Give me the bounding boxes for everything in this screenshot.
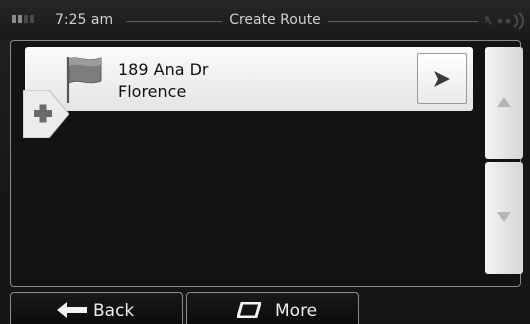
route-item-city: Florence bbox=[118, 82, 187, 101]
more-menu-icon bbox=[237, 302, 261, 318]
go-to-location-button[interactable] bbox=[417, 53, 467, 104]
arrow-right-icon bbox=[434, 71, 450, 87]
route-item[interactable]: 189 Ana Dr Florence bbox=[25, 47, 473, 111]
chevron-down-icon bbox=[497, 212, 511, 222]
clock-time: 7:25 am bbox=[55, 12, 114, 28]
flag-icon bbox=[66, 57, 102, 103]
more-button-label: More bbox=[275, 301, 318, 321]
page-title: Create Route bbox=[229, 12, 321, 28]
arrow-left-icon bbox=[57, 302, 87, 318]
screen: 7:25 am Create Route 189 Ana Dr Florence bbox=[0, 0, 530, 324]
more-button[interactable]: More bbox=[186, 292, 359, 324]
title-divider-left bbox=[126, 21, 222, 22]
chevron-up-icon bbox=[497, 97, 511, 107]
scroll-up-button[interactable] bbox=[485, 47, 523, 159]
scroll-down-button[interactable] bbox=[485, 162, 523, 274]
gps-satellite-icon bbox=[484, 12, 524, 30]
back-button[interactable]: Back bbox=[10, 292, 183, 324]
battery-icon bbox=[12, 15, 38, 23]
status-bar: 7:25 am Create Route bbox=[0, 0, 530, 40]
title-divider-right bbox=[328, 21, 478, 22]
route-item-address: 189 Ana Dr bbox=[118, 60, 209, 79]
add-waypoint-button[interactable] bbox=[23, 90, 69, 138]
bottom-bar: Back More bbox=[0, 292, 530, 324]
back-button-label: Back bbox=[93, 301, 135, 321]
